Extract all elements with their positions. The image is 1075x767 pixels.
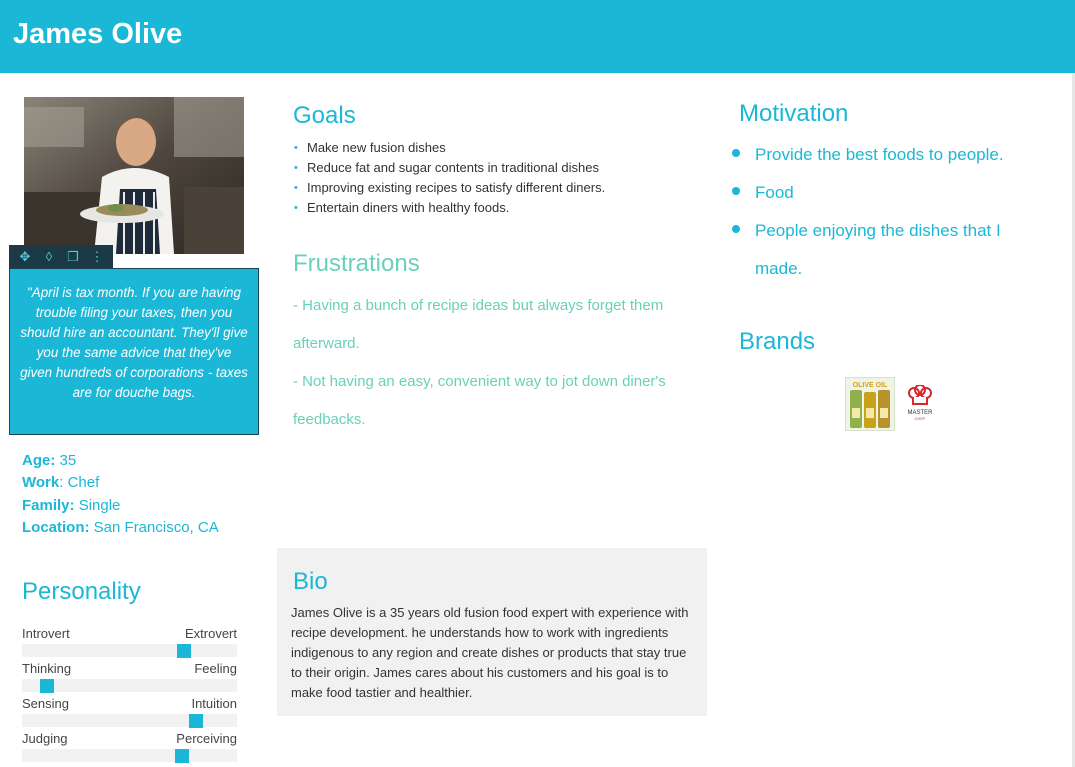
frustrations-title: Frustrations xyxy=(293,250,420,277)
fact-age-label: Age: xyxy=(22,452,56,469)
motivation-item: Food xyxy=(732,174,1032,212)
motivation-item: Provide the best foods to people. xyxy=(732,136,1032,174)
olive-oil-bottles-icon: OLIVE OIL xyxy=(846,378,894,430)
drop-icon[interactable]: ◊ xyxy=(40,250,58,263)
fact-family-label: Family: xyxy=(22,496,75,514)
goal-item: Entertain diners with healthy foods. xyxy=(293,198,605,218)
fact-work: Work: Chef xyxy=(22,472,219,494)
scale-track[interactable] xyxy=(22,714,237,728)
personality-scale: Judging Perceiving xyxy=(22,731,237,763)
motivation-list: Provide the best foods to people. Food P… xyxy=(732,136,1032,288)
fact-age: Age: 35 xyxy=(22,450,219,472)
scale-right-label: Perceiving xyxy=(176,731,237,746)
personality-scale: Introvert Extrovert xyxy=(22,626,237,658)
goal-item: Reduce fat and sugar contents in traditi… xyxy=(293,158,605,178)
personality-title: Personality xyxy=(22,578,141,605)
brands-title: Brands xyxy=(739,328,816,355)
scale-right-label: Intuition xyxy=(191,696,237,711)
olive-oil-label: OLIVE OIL xyxy=(853,382,888,389)
masterchef-label-line2: CHEF xyxy=(915,416,926,421)
personality-scale: Sensing Intuition xyxy=(22,696,237,728)
fact-work-label: Work xyxy=(22,474,60,492)
goals-list: Make new fusion dishes Reduce fat and su… xyxy=(293,138,605,218)
chef-hat-icon: MASTER CHEF xyxy=(907,384,933,421)
quote-text: "April is tax month. If you are having t… xyxy=(20,285,248,400)
motivation-title: Motivation xyxy=(739,100,849,127)
olive-oil-brand-logo[interactable]: OLIVE OIL xyxy=(845,377,895,431)
frustrations-list: - Having a bunch of recipe ideas but alw… xyxy=(293,287,703,439)
scale-thumb[interactable] xyxy=(40,679,54,693)
scale-track[interactable] xyxy=(22,679,237,693)
crop-icon[interactable]: ❐ xyxy=(64,250,82,263)
image-edit-toolbar: ✥ ◊ ❐ ⋮ xyxy=(9,245,113,268)
fact-location-value: San Francisco, CA xyxy=(93,518,219,536)
header-bar: James Olive xyxy=(0,0,1075,73)
scale-track[interactable] xyxy=(22,644,237,658)
fact-family-value: Single xyxy=(78,496,121,514)
fact-family: Family: Single xyxy=(22,495,219,517)
more-icon[interactable]: ⋮ xyxy=(88,250,106,263)
bio-title: Bio xyxy=(293,568,328,595)
scale-thumb[interactable] xyxy=(189,714,203,728)
persona-photo[interactable] xyxy=(24,97,244,254)
fact-age-value: 35 xyxy=(59,452,77,469)
move-icon[interactable]: ✥ xyxy=(16,250,34,263)
scale-left-label: Judging xyxy=(22,731,68,746)
quote-box: "April is tax month. If you are having t… xyxy=(9,268,259,435)
persona-page: James Olive ✥ ◊ ❐ ⋮ "April is tax month.… xyxy=(0,0,1075,767)
scale-track[interactable] xyxy=(22,749,237,763)
bio-box: Bio James Olive is a 35 years old fusion… xyxy=(277,548,707,716)
fact-work-value: : Chef xyxy=(59,474,100,492)
fact-location-label: Location: xyxy=(22,518,90,536)
masterchef-brand-logo[interactable]: MASTER CHEF xyxy=(902,384,938,423)
goal-item: Improving existing recipes to satisfy di… xyxy=(293,178,605,198)
motivation-item: People enjoying the dishes that I made. xyxy=(732,212,1032,288)
scale-right-label: Feeling xyxy=(194,661,237,676)
scale-left-label: Thinking xyxy=(22,661,72,676)
scale-right-label: Extrovert xyxy=(184,626,237,641)
persona-facts: Age: 35 Work: Chef Family: Single Locati… xyxy=(22,450,219,539)
scale-left-label: Introvert xyxy=(22,626,70,641)
bio-text: James Olive is a 35 years old fusion foo… xyxy=(291,605,689,700)
fact-location: Location: San Francisco, CA xyxy=(22,517,219,539)
personality-scale: Thinking Feeling xyxy=(22,661,237,693)
scale-thumb[interactable] xyxy=(175,749,189,763)
scale-thumb[interactable] xyxy=(177,644,191,658)
frustration-item: - Having a bunch of recipe ideas but alw… xyxy=(293,297,664,352)
chef-photo-image xyxy=(24,97,244,254)
scale-left-label: Sensing xyxy=(22,696,69,711)
frustration-item: - Not having an easy, convenient way to … xyxy=(293,373,666,428)
persona-name: James Olive xyxy=(13,18,183,50)
goal-item: Make new fusion dishes xyxy=(293,138,605,158)
goals-title: Goals xyxy=(293,102,356,129)
